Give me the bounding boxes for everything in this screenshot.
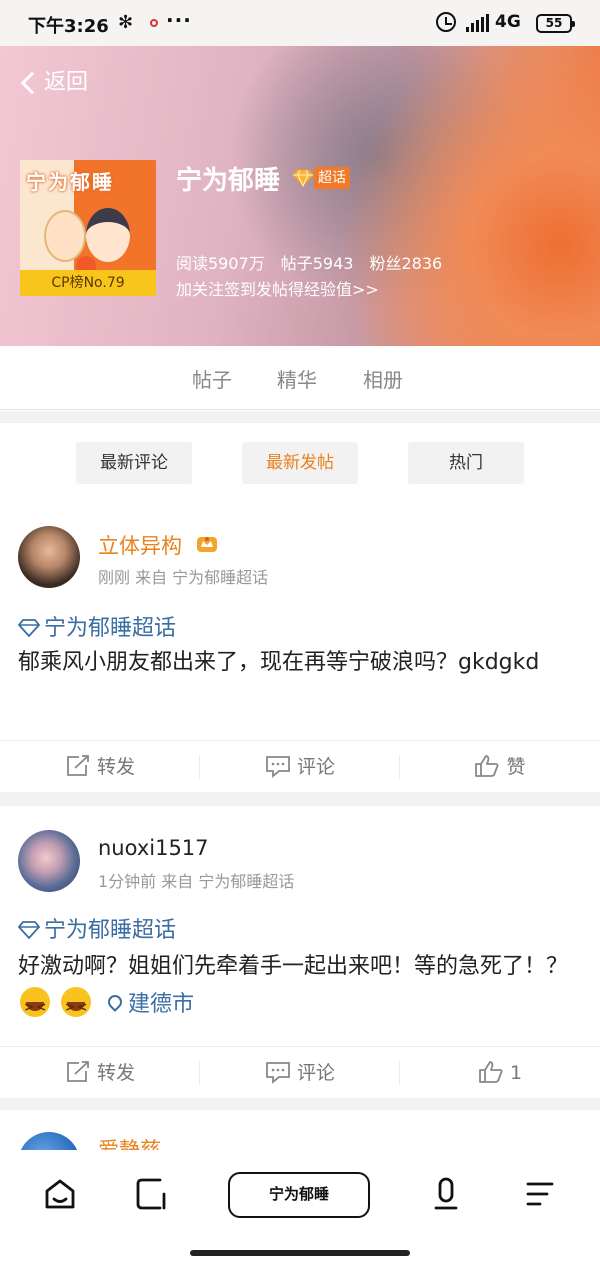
topic-center-button[interactable]: 宁为郁睡 (228, 1172, 370, 1218)
rank-badge[interactable]: CP榜No.79 (20, 270, 156, 296)
location-label: 建德市 (128, 992, 195, 1017)
post-text: 好激动啊？姐姐们先牵着手一起出来吧！等的急死了！？ 建德市 (18, 948, 584, 1026)
post-meta: 1分钟前 来自 宁为郁睡超话 (98, 872, 295, 891)
topic-link-label: 宁为郁睡超话 (44, 616, 177, 641)
like-count: 1 (509, 1062, 523, 1084)
repost-button[interactable]: 转发 (0, 741, 200, 793)
signal-icon (466, 14, 490, 32)
post-text: 郁乘风小朋友都出来了，现在再等宁破浪吗？gkdgkd (18, 650, 540, 675)
fan-count: 粉丝2836 (369, 254, 443, 273)
cover-title: 宁为郁睡 (26, 170, 114, 194)
more-notifications-icon: ··· (166, 8, 192, 32)
back-label: 返回 (44, 70, 89, 95)
filter-hot[interactable]: 热门 (408, 442, 524, 484)
content-tabs: 帖子 精华 相册 (0, 346, 600, 410)
topic-link-label: 宁为郁睡超话 (44, 918, 177, 943)
comment-label: 评论 (296, 1062, 335, 1084)
repost-icon (67, 755, 89, 776)
post-meta: 刚刚 来自 宁为郁睡超话 (98, 568, 269, 587)
crown-icon (197, 537, 217, 552)
filter-latest-comment[interactable]: 最新评论 (76, 442, 192, 484)
super-badge-label: 超话 (314, 167, 350, 189)
tab-featured[interactable]: 精华 (277, 364, 317, 393)
repost-label: 转发 (96, 756, 135, 778)
battery-icon: 55 (536, 14, 575, 33)
bluetooth-icon: ✻ (118, 12, 134, 33)
divider (0, 792, 600, 806)
comment-icon (266, 1062, 290, 1084)
topic-link[interactable]: 宁为郁睡超话 (18, 610, 176, 642)
like-label: 赞 (506, 756, 526, 778)
follow-hint-link[interactable]: 加关注签到发帖得经验值>> (176, 276, 379, 300)
comment-icon (266, 756, 290, 778)
chevron-left-icon (20, 71, 44, 95)
comment-label: 评论 (296, 756, 335, 778)
repost-button[interactable]: 转发 (0, 1047, 200, 1099)
like-button[interactable]: 1 (400, 1047, 600, 1099)
topic-header: 返回 宁为郁睡 CP榜No.79 宁为郁睡 超话 阅读5907万 帖子5943 粉丝… (0, 46, 600, 346)
post-card: 立体异构 刚刚 来自 宁为郁睡超话 宁为郁睡超话 郁乘风小朋友都出来了，现在再等… (0, 504, 600, 792)
status-time: 下午3:26 (28, 16, 109, 37)
topic-stats: 阅读5907万 帖子5943 粉丝2836 (176, 250, 458, 274)
bottom-toolbar: 宁为郁睡 (0, 1150, 600, 1266)
laughing-emoji-icon (61, 987, 91, 1026)
home-indicator[interactable] (190, 1250, 410, 1256)
repost-icon (67, 1061, 89, 1082)
location-icon (105, 992, 125, 1012)
menu-icon[interactable] (522, 1176, 558, 1212)
avatar[interactable] (18, 830, 80, 892)
sort-filters: 最新评论 最新发帖 热门 (0, 424, 600, 504)
tab-posts[interactable]: 帖子 (192, 364, 232, 393)
voice-icon[interactable] (428, 1176, 464, 1212)
location-link[interactable]: 建德市 (100, 992, 194, 1017)
divider (0, 411, 600, 423)
network-type: 4G (495, 12, 521, 32)
home-icon[interactable] (42, 1176, 78, 1212)
topic-title: 宁为郁睡 (176, 166, 281, 196)
laughing-emoji-icon (20, 987, 50, 1026)
like-icon (479, 1061, 503, 1083)
back-button[interactable]: 返回 (20, 64, 89, 96)
avatar[interactable] (18, 526, 80, 588)
like-icon (475, 755, 500, 777)
like-button[interactable]: 赞 (400, 741, 600, 793)
username[interactable]: 爱静慈 (98, 1134, 161, 1150)
diamond-icon (18, 921, 40, 939)
post-actions: 转发 评论 1 (0, 1046, 600, 1098)
post-actions: 转发 评论 赞 (0, 740, 600, 792)
alarm-icon (436, 12, 456, 32)
notification-dot-icon (150, 19, 158, 27)
post-count: 帖子5943 (280, 254, 354, 273)
edit-icon[interactable] (134, 1176, 170, 1212)
username[interactable]: nuoxi1517 (98, 836, 209, 860)
topic-link[interactable]: 宁为郁睡超话 (18, 912, 176, 944)
repost-label: 转发 (96, 1062, 135, 1084)
diamond-icon (292, 169, 314, 187)
read-count: 阅读5907万 (176, 254, 265, 273)
comment-button[interactable]: 评论 (200, 1047, 400, 1099)
avatar[interactable] (18, 1132, 80, 1150)
post-card: nuoxi1517 1分钟前 来自 宁为郁睡超话 宁为郁睡超话 好激动啊？姐姐们… (0, 806, 600, 1098)
status-bar: 下午3:26 ✻ ··· 4G 55 (0, 0, 600, 46)
topic-cover-image[interactable]: 宁为郁睡 CP榜No.79 (20, 160, 156, 296)
username[interactable]: 立体异构 (98, 530, 182, 560)
divider (0, 1098, 600, 1110)
filter-latest-post[interactable]: 最新发帖 (242, 442, 358, 484)
comment-button[interactable]: 评论 (200, 741, 400, 793)
diamond-icon (18, 619, 40, 637)
post-text-content: 好激动啊？姐姐们先牵着手一起出来吧！等的急死了！？ (18, 954, 569, 979)
tab-album[interactable]: 相册 (363, 364, 403, 393)
post-card: 爱静慈 (0, 1110, 600, 1150)
